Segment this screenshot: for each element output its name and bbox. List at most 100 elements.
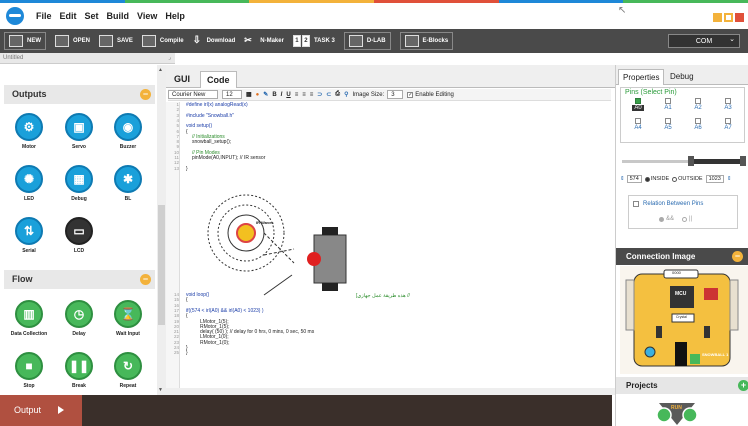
compile-button[interactable]: Compile <box>141 32 184 50</box>
pen-icon[interactable]: ✎ <box>263 91 268 98</box>
pin-a0[interactable]: A0 <box>627 98 649 111</box>
tool-servo[interactable]: ▣ Servo <box>58 113 100 150</box>
align-center-icon[interactable]: ≡ <box>302 92 306 98</box>
print-icon[interactable]: ⎙ <box>335 91 340 98</box>
tool-lcd[interactable]: ▭ LCD <box>58 217 100 254</box>
tool-repeat[interactable]: ↻ Repeat <box>107 352 149 389</box>
tool-stop[interactable]: ■ Stop <box>8 352 50 389</box>
run-button[interactable]: RUN <box>654 401 700 426</box>
undo-icon[interactable]: ⊃ <box>317 91 322 98</box>
tool-delay[interactable]: ◷ Delay <box>58 300 100 337</box>
menu-file[interactable]: File <box>36 11 52 21</box>
tool-buzzer[interactable]: ◉ Buzzer <box>107 113 149 150</box>
file-tab[interactable]: Untitled ⌟ <box>0 53 175 64</box>
add-project-icon[interactable]: + <box>738 380 748 391</box>
scroll-up-icon[interactable]: ▲ <box>158 67 163 73</box>
bold-button[interactable]: B <box>272 92 276 98</box>
menu-edit[interactable]: Edit <box>60 11 77 21</box>
scroll-down-icon[interactable]: ▼ <box>158 387 163 393</box>
close-button[interactable] <box>735 13 744 22</box>
tool-motor[interactable]: ⚙ Motor <box>8 113 50 150</box>
outside-radio[interactable] <box>672 176 678 182</box>
color-icon[interactable]: ▦ <box>246 91 252 98</box>
tool-break[interactable]: ❚❚ Break <box>58 352 100 389</box>
tab-gui[interactable]: GUI <box>168 71 196 88</box>
tab-code[interactable]: Code <box>200 71 237 88</box>
search-icon[interactable]: ⚲ <box>344 91 348 98</box>
tool-serial[interactable]: ⇅ Serial <box>8 217 50 254</box>
tool-debug[interactable]: ▦ Debug <box>58 165 100 202</box>
editor-hscrollbar[interactable] <box>166 388 615 395</box>
range-max-handle[interactable] <box>740 156 746 166</box>
range-min-handle[interactable] <box>688 156 694 166</box>
download-button[interactable]: ⇩ Download <box>193 32 236 50</box>
inside-radio[interactable] <box>644 176 650 182</box>
pin-checkbox[interactable] <box>725 118 731 124</box>
pin-checkbox[interactable] <box>665 118 671 124</box>
pin-a1[interactable]: A1 <box>657 98 679 111</box>
pin-a3[interactable]: A3 <box>717 98 739 111</box>
collapse-icon[interactable]: − <box>140 89 151 100</box>
paint-icon[interactable]: ● <box>256 92 260 98</box>
outputs-category-header[interactable]: Outputs − <box>4 85 155 104</box>
max-stepper-icon[interactable]: ⇕ <box>727 176 732 182</box>
collapse-icon[interactable]: − <box>140 274 151 285</box>
nmaker-button[interactable]: ✂ N-Maker <box>244 32 284 50</box>
and-radio[interactable] <box>659 216 664 222</box>
tool-data-collection[interactable]: ▥ Data Collection <box>8 300 50 337</box>
relation-checkbox[interactable] <box>633 201 639 207</box>
enable-editing-checkbox[interactable]: ✓ <box>407 91 414 98</box>
output-toggle[interactable]: Output <box>0 395 82 426</box>
scrollbar-thumb[interactable] <box>158 205 165 325</box>
or-radio[interactable] <box>682 216 688 222</box>
menu-build[interactable]: Build <box>107 11 130 21</box>
collapse-icon[interactable]: − <box>732 251 743 262</box>
font-size-select[interactable]: 12 <box>222 90 242 99</box>
pin-checkbox[interactable] <box>695 98 701 104</box>
pin-checkbox[interactable] <box>635 98 641 104</box>
min-stepper-icon[interactable]: ⇕ <box>620 176 625 182</box>
pin-checkbox[interactable] <box>665 98 671 104</box>
task-button[interactable]: 1 2 TASK 3 <box>292 32 335 50</box>
palette-scrollbar[interactable]: ▲ ▼ <box>157 65 166 395</box>
menu-help[interactable]: Help <box>165 11 185 21</box>
menu-set[interactable]: Set <box>85 11 99 21</box>
pin-a2[interactable]: A2 <box>687 98 709 111</box>
pin-checkbox[interactable] <box>695 118 701 124</box>
tab-close-icon[interactable]: ⌟ <box>168 53 171 64</box>
tab-debug[interactable]: Debug <box>666 69 698 85</box>
save-button[interactable]: SAVE <box>99 32 133 50</box>
min-value-input[interactable]: 574 <box>626 175 642 183</box>
tool-wait-input[interactable]: ⌛ Wait Input <box>107 300 149 337</box>
open-button[interactable]: OPEN <box>55 32 90 50</box>
new-button[interactable]: NEW <box>4 32 46 50</box>
tool-bl[interactable]: ✱ BL <box>107 165 149 202</box>
pin-a6[interactable]: A6 <box>687 118 709 131</box>
font-select[interactable]: Courier New <box>168 90 218 99</box>
pin-checkbox[interactable] <box>635 118 641 124</box>
tool-led[interactable]: ✺ LED <box>8 165 50 202</box>
maximize-button[interactable] <box>724 13 733 22</box>
pin-a5[interactable]: A5 <box>657 118 679 131</box>
align-left-icon[interactable]: ≡ <box>295 92 299 98</box>
flow-category-header[interactable]: Flow − <box>4 270 155 289</box>
redo-icon[interactable]: ⊂ <box>326 91 331 98</box>
pin-checkbox[interactable] <box>725 98 731 104</box>
minimize-button[interactable] <box>713 13 722 22</box>
max-value-input[interactable]: 1023 <box>705 175 724 183</box>
image-size-select[interactable]: 3 <box>387 90 404 99</box>
projects-header[interactable]: Projects + <box>616 377 748 394</box>
servo-icon: ▣ <box>73 120 85 134</box>
align-right-icon[interactable]: ≡ <box>310 92 314 98</box>
connection-image-header[interactable]: Connection Image − <box>616 248 748 265</box>
range-slider[interactable] <box>622 156 746 166</box>
menu-view[interactable]: View <box>137 11 157 21</box>
tab-properties[interactable]: Properties <box>618 69 665 85</box>
eblocks-button[interactable]: E-Blocks <box>399 32 454 50</box>
pin-a4[interactable]: A4 <box>627 118 649 131</box>
italic-button[interactable]: I <box>281 92 283 98</box>
pin-a7[interactable]: A7 <box>717 118 739 131</box>
com-port-select[interactable]: COM ⌄ <box>668 34 740 48</box>
underline-button[interactable]: U <box>286 92 290 98</box>
dlab-button[interactable]: D-LAB <box>343 32 391 50</box>
